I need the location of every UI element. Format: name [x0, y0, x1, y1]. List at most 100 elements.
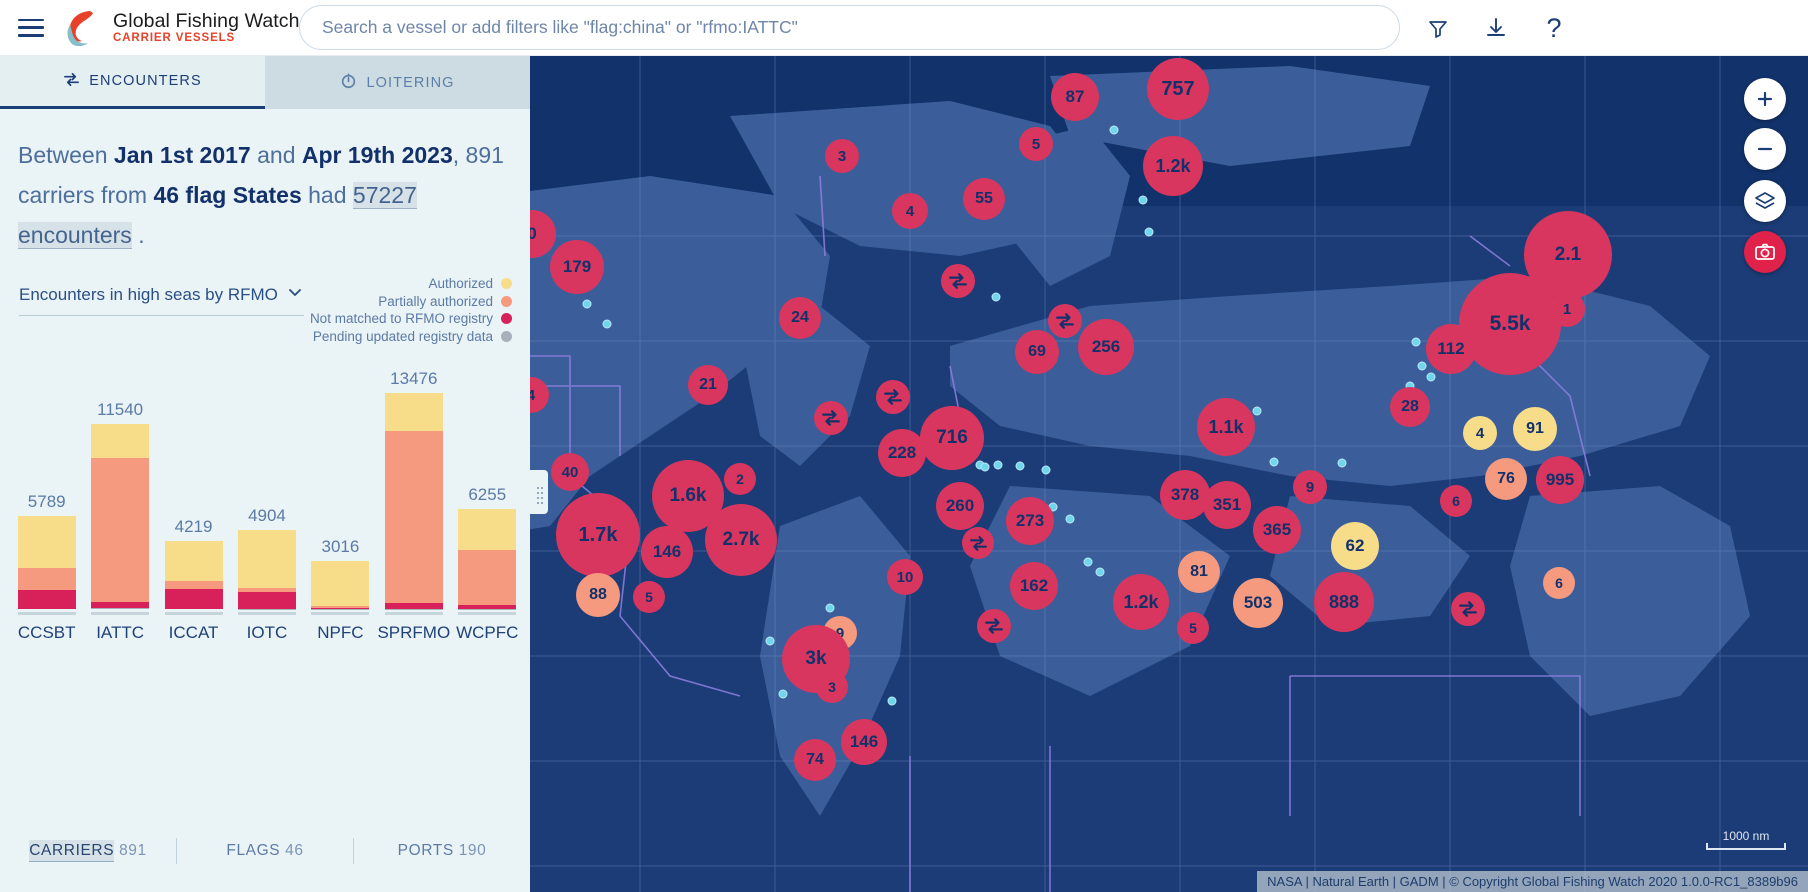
vessel-dot[interactable] [1144, 227, 1154, 237]
vessel-dot[interactable] [602, 319, 612, 329]
vessel-dot[interactable] [1138, 195, 1148, 205]
stacked-bar[interactable] [384, 393, 443, 609]
map-cluster-bubble[interactable]: 2.7k [705, 504, 777, 576]
vessel-dot[interactable] [1015, 461, 1025, 471]
map-cluster-bubble[interactable]: 179 [550, 240, 604, 294]
legend-item[interactable]: Pending updated registry data [310, 328, 512, 346]
bar-segment[interactable] [311, 560, 370, 606]
zoom-out-button[interactable] [1744, 128, 1786, 170]
legend-item[interactable]: Partially authorized [310, 293, 512, 311]
summary-start-date[interactable]: Jan 1st 2017 [114, 142, 251, 168]
search-bar[interactable] [299, 5, 1400, 50]
map-cluster-bubble[interactable]: 2.1 [1524, 211, 1612, 299]
map-cluster-bubble[interactable]: 10 [887, 559, 923, 595]
map-cluster-bubble[interactable]: 91 [1513, 407, 1557, 451]
bar-column[interactable]: 13476 [377, 351, 450, 615]
bar-column[interactable]: 6255 [451, 351, 524, 615]
bar-segment[interactable] [164, 541, 223, 582]
vessel-dot[interactable] [1411, 337, 1421, 347]
map-cluster-bubble[interactable]: 1.2k [1143, 136, 1203, 196]
map-cluster-bubble[interactable]: 351 [1203, 481, 1251, 529]
bar-column[interactable]: 5789 [10, 351, 83, 615]
bar-column[interactable]: 4904 [230, 351, 303, 615]
stacked-bar[interactable] [458, 508, 517, 610]
layers-button[interactable] [1744, 180, 1786, 222]
download-icon[interactable] [1476, 8, 1516, 48]
bar-segment[interactable] [17, 589, 76, 609]
filter-icon[interactable] [1418, 8, 1458, 48]
bar-segment[interactable] [91, 424, 150, 458]
legend-item[interactable]: Authorized [310, 275, 512, 293]
map-cluster-bubble[interactable]: 1.1k [1197, 398, 1255, 456]
map-cluster-bubble[interactable]: 888 [1314, 572, 1374, 632]
map-cluster-bubble[interactable]: 62 [1331, 522, 1379, 570]
bar-segment[interactable] [17, 567, 76, 590]
tab-loitering[interactable]: LOITERING [265, 56, 530, 109]
bar-column[interactable]: 11540 [83, 351, 156, 615]
map-cluster-bubble[interactable]: 273 [1006, 497, 1054, 545]
map-cluster-bubble[interactable]: 716 [920, 406, 984, 470]
map-cluster-bubble[interactable]: 757 [1147, 58, 1209, 120]
vessel-dot[interactable] [825, 603, 835, 613]
legend-item[interactable]: Not matched to RFMO registry [310, 310, 512, 328]
map-cluster-bubble[interactable]: 69 [1015, 330, 1059, 374]
map-cluster-bubble[interactable]: 4 [892, 193, 928, 229]
map-cluster-bubble[interactable]: 40 [551, 453, 589, 491]
bar-segment[interactable] [384, 431, 443, 603]
map-cluster-bubble[interactable]: 503 [1233, 578, 1283, 628]
bar-segment[interactable] [164, 588, 223, 609]
encounter-swap-bubble[interactable] [814, 401, 848, 435]
encounter-swap-bubble[interactable] [977, 609, 1011, 643]
stacked-bar[interactable] [311, 560, 370, 609]
search-input[interactable] [322, 17, 1377, 38]
map-cluster-bubble[interactable]: 9 [1293, 470, 1327, 504]
vessel-dot[interactable] [582, 299, 592, 309]
bar-segment[interactable] [237, 592, 296, 609]
map-cluster-bubble[interactable]: 162 [1010, 562, 1058, 610]
map-cluster-bubble[interactable]: 3 [825, 139, 859, 173]
map-cluster-bubble[interactable]: 2 [724, 463, 756, 495]
vessel-dot[interactable] [765, 636, 775, 646]
zoom-in-button[interactable] [1744, 78, 1786, 120]
map-cluster-bubble[interactable]: 6 [1440, 485, 1472, 517]
map-cluster-bubble[interactable]: 74 [794, 739, 836, 781]
footer-tab-flags[interactable]: FLAGS 46 [177, 842, 353, 860]
encounter-swap-bubble[interactable] [876, 380, 910, 414]
map-cluster-bubble[interactable]: 76 [1485, 458, 1527, 500]
map-cluster-bubble[interactable]: 3 [816, 671, 848, 703]
map-cluster-bubble[interactable]: 55 [963, 178, 1005, 220]
map-cluster-bubble[interactable]: 6 [1543, 567, 1575, 599]
map-cluster-bubble[interactable]: 4 [1463, 416, 1497, 450]
bar-column[interactable]: 4219 [157, 351, 230, 615]
bar-segment[interactable] [458, 550, 517, 605]
map-cluster-bubble[interactable]: 5 [1019, 127, 1053, 161]
bar-segment[interactable] [91, 608, 150, 609]
vessel-dot[interactable] [1109, 125, 1119, 135]
vessel-dot[interactable] [887, 696, 897, 706]
tab-encounters[interactable]: ENCOUNTERS [0, 56, 265, 109]
help-icon[interactable]: ? [1534, 8, 1574, 48]
map-cluster-bubble[interactable]: 1 [1549, 291, 1585, 327]
map-cluster-bubble[interactable]: 5 [1177, 612, 1209, 644]
bar-segment[interactable] [458, 508, 517, 551]
map-cluster-bubble[interactable]: 228 [878, 429, 926, 477]
map-cluster-bubble[interactable]: 81 [1178, 551, 1220, 593]
chart-metric-select[interactable]: Encounters in high seas by RFMO [19, 283, 304, 316]
vessel-dot[interactable] [1337, 458, 1347, 468]
encounter-swap-bubble[interactable] [1048, 304, 1082, 338]
footer-tab-ports[interactable]: PORTS 190 [354, 842, 530, 860]
vessel-dot[interactable] [1095, 567, 1105, 577]
map-cluster-bubble[interactable]: 260 [936, 482, 984, 530]
map-cluster-bubble[interactable]: 365 [1253, 506, 1301, 554]
vessel-dot[interactable] [1417, 361, 1427, 371]
map-cluster-bubble[interactable]: 5 [633, 581, 665, 613]
encounter-swap-bubble[interactable] [941, 264, 975, 298]
vessel-dot[interactable] [1252, 406, 1262, 416]
vessel-dot[interactable] [1065, 514, 1075, 524]
map-cluster-bubble[interactable]: 24 [779, 297, 821, 339]
camera-button[interactable] [1744, 231, 1786, 273]
vessel-dot[interactable] [980, 462, 990, 472]
bar-segment[interactable] [237, 530, 296, 589]
vessel-dot[interactable] [1426, 372, 1436, 382]
map-cluster-bubble[interactable]: 1.2k [1113, 574, 1169, 630]
